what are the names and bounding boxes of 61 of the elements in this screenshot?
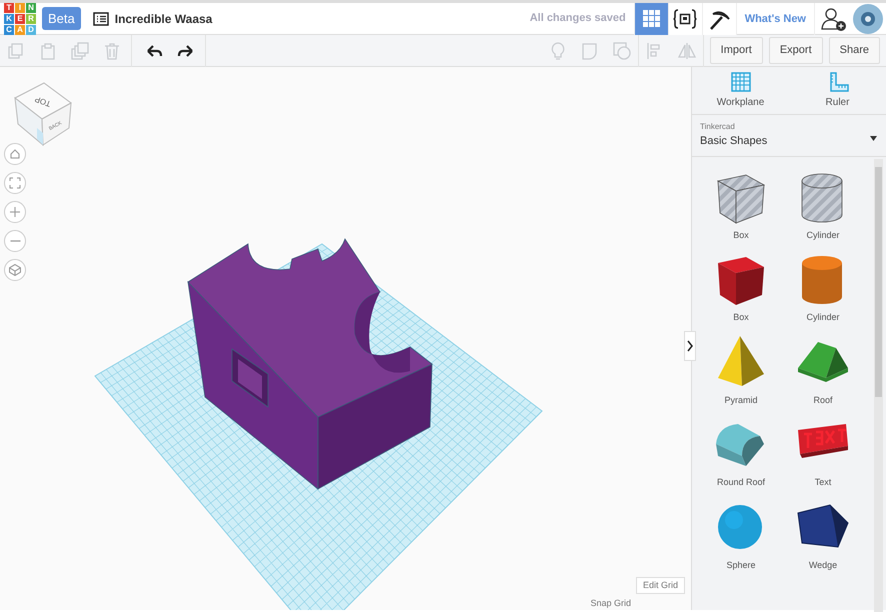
home-icon bbox=[8, 147, 22, 161]
home-button[interactable] bbox=[4, 143, 26, 165]
ruler-button[interactable]: Ruler bbox=[798, 70, 878, 111]
undo-icon bbox=[144, 42, 164, 58]
hole-shape-icon bbox=[612, 40, 632, 60]
view-mode-button[interactable] bbox=[668, 2, 702, 34]
dropdown-caret-icon bbox=[870, 136, 878, 142]
trash-icon bbox=[102, 40, 122, 60]
zoom-out-button[interactable] bbox=[4, 230, 26, 252]
shape-tile[interactable]: Round Roof bbox=[700, 410, 782, 490]
fit-view-icon bbox=[8, 176, 22, 190]
shape-label: Wedge bbox=[808, 558, 838, 572]
shape-tile[interactable]: Box bbox=[700, 162, 782, 242]
shape-tile[interactable]: Sphere bbox=[700, 492, 782, 572]
library-dropdown[interactable]: Tinkercad Basic Shapes bbox=[692, 114, 886, 156]
shape-tile[interactable]: Cylinder bbox=[782, 162, 864, 242]
perspective-icon bbox=[9, 264, 21, 276]
duplicate-icon bbox=[70, 40, 90, 60]
shape-label: Cylinder bbox=[806, 228, 840, 242]
shape-label: Round Roof bbox=[716, 476, 766, 489]
workplane-icon bbox=[728, 71, 752, 93]
save-status: All changes saved bbox=[530, 11, 626, 26]
shape-label: Text bbox=[814, 476, 832, 489]
shape-label: Cylinder bbox=[806, 311, 840, 324]
mirror-icon bbox=[676, 40, 697, 60]
grid-view-icon bbox=[642, 9, 661, 28]
library-name: Basic Shapes bbox=[700, 134, 768, 149]
code-blocks-icon bbox=[673, 8, 698, 28]
panel-toggle-button[interactable] bbox=[684, 331, 696, 361]
shape-tile[interactable]: Text bbox=[782, 410, 864, 490]
avatar-icon[interactable] bbox=[853, 4, 883, 34]
perspective-button[interactable] bbox=[4, 259, 26, 281]
view-mode-button[interactable] bbox=[702, 2, 736, 34]
action-button[interactable]: Import bbox=[710, 37, 763, 64]
shape-label: Roof bbox=[813, 394, 832, 406]
beta-badge: Beta bbox=[42, 6, 81, 30]
shape-tile[interactable]: Roof bbox=[782, 328, 864, 407]
workplane-button[interactable]: Workplane bbox=[700, 70, 780, 111]
add-user-icon[interactable] bbox=[821, 6, 847, 30]
edit-grid-button[interactable]: Edit Grid bbox=[636, 576, 685, 594]
shape-tile[interactable]: Pyramid bbox=[700, 328, 782, 407]
library-source: Tinkercad bbox=[700, 121, 736, 133]
zoom-in-icon bbox=[9, 206, 21, 218]
design-title[interactable]: Incredible Waasa bbox=[114, 10, 212, 28]
fit-view-button[interactable] bbox=[4, 172, 26, 194]
snap-grid-label: Snap Grid bbox=[590, 598, 631, 608]
chevron-icon bbox=[687, 340, 693, 352]
shape-tile[interactable]: Box bbox=[700, 245, 782, 324]
shape-tile[interactable]: Cylinder bbox=[782, 245, 864, 324]
action-button[interactable]: Export bbox=[768, 37, 823, 64]
list-icon[interactable] bbox=[92, 12, 109, 26]
redo-icon bbox=[176, 42, 196, 58]
shape-label: Box bbox=[733, 228, 749, 242]
shape-tile[interactable]: Wedge bbox=[782, 492, 864, 572]
shape-label: Box bbox=[733, 311, 749, 324]
scrollbar-thumb[interactable] bbox=[875, 167, 882, 397]
logo[interactable]: T I N K E R C A D bbox=[4, 2, 36, 34]
action-button[interactable]: Share bbox=[828, 37, 880, 64]
shape-label: Pyramid bbox=[724, 394, 758, 407]
zoom-in-button[interactable] bbox=[4, 201, 26, 223]
shape-label: Sphere bbox=[726, 558, 756, 572]
